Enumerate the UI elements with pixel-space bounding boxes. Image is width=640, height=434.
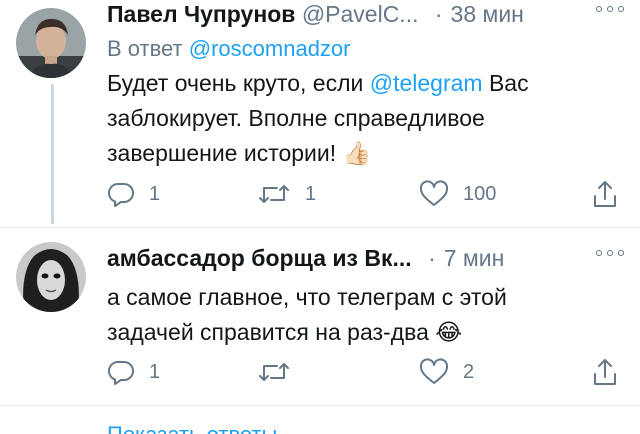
more-options-icon[interactable] <box>596 2 626 16</box>
like-button[interactable]: 100 <box>419 176 496 212</box>
share-button[interactable] <box>591 176 619 212</box>
tweet-actions: 1 1 100 <box>107 176 627 212</box>
retweet-count: 1 <box>305 182 317 205</box>
retweet-icon <box>259 185 289 203</box>
tweet-divider <box>0 227 640 228</box>
like-count: 100 <box>463 182 497 205</box>
tweet-header: Павел Чупрунов @PavelC... · 38 мин <box>107 0 626 32</box>
author-handle[interactable]: @PavelC... <box>302 1 419 27</box>
reply-to-mention[interactable]: @roscomnadzor <box>189 36 351 61</box>
tweet-text-mention[interactable]: @telegram <box>370 70 483 96</box>
reply-button[interactable]: 1 <box>107 354 160 390</box>
tweet-text: а самое главное, что телеграм с этой зад… <box>107 280 577 350</box>
share-button[interactable] <box>591 354 619 390</box>
show-replies-link[interactable]: Показать ответы <box>107 420 277 434</box>
tweet[interactable]: Павел Чупрунов @PavelC... · 38 мин В отве… <box>107 0 626 171</box>
reply-count: 1 <box>149 182 161 205</box>
reply-count: 1 <box>149 360 161 383</box>
author-name[interactable]: Павел Чупрунов <box>107 1 295 27</box>
timestamp[interactable]: 7 мин <box>444 245 505 271</box>
heart-icon <box>419 180 449 206</box>
reply-button[interactable]: 1 <box>107 176 160 212</box>
like-count: 2 <box>463 360 475 383</box>
share-icon <box>594 181 616 207</box>
author-name[interactable]: амбассадор борща из Вк... <box>107 245 412 271</box>
avatar[interactable] <box>16 8 86 78</box>
like-button[interactable]: 2 <box>419 354 474 390</box>
avatar-image-pavel <box>16 8 86 78</box>
reply-icon <box>107 360 134 385</box>
tweet[interactable]: амбассадор борща из Вк... · 7 мин а самое… <box>107 240 626 350</box>
heart-icon <box>419 358 449 384</box>
thumbs-up-emoji: 👍🏻 <box>342 140 372 166</box>
share-icon <box>594 359 616 385</box>
reply-icon <box>107 182 134 207</box>
reply-to-line: В ответ @roscomnadzor <box>107 34 626 64</box>
reply-to-prefix: В ответ <box>107 36 183 61</box>
more-options-icon[interactable] <box>596 246 626 260</box>
retweet-icon <box>259 363 289 381</box>
separator-dot: · <box>428 245 436 271</box>
tweet-thread: Павел Чупрунов @PavelC... · 38 мин В отве… <box>0 0 640 434</box>
tweet-divider <box>0 405 640 406</box>
thread-connector-line <box>51 84 54 224</box>
tweet-text: Будет очень круто, если @telegram Вас за… <box>107 66 587 171</box>
retweet-button[interactable]: 1 <box>257 176 316 212</box>
retweet-button[interactable] <box>257 354 305 390</box>
separator-dot: · <box>434 1 443 27</box>
timestamp[interactable]: 38 мин <box>451 1 524 27</box>
laughing-emoji: 😂 <box>435 319 463 345</box>
tweet-header: амбассадор борща из Вк... · 7 мин <box>107 240 626 276</box>
tweet-text-part1: Будет очень круто, если <box>107 70 370 96</box>
avatar[interactable] <box>16 242 86 312</box>
avatar-image-ambassador <box>16 242 86 312</box>
tweet-actions: 1 2 <box>107 354 627 390</box>
